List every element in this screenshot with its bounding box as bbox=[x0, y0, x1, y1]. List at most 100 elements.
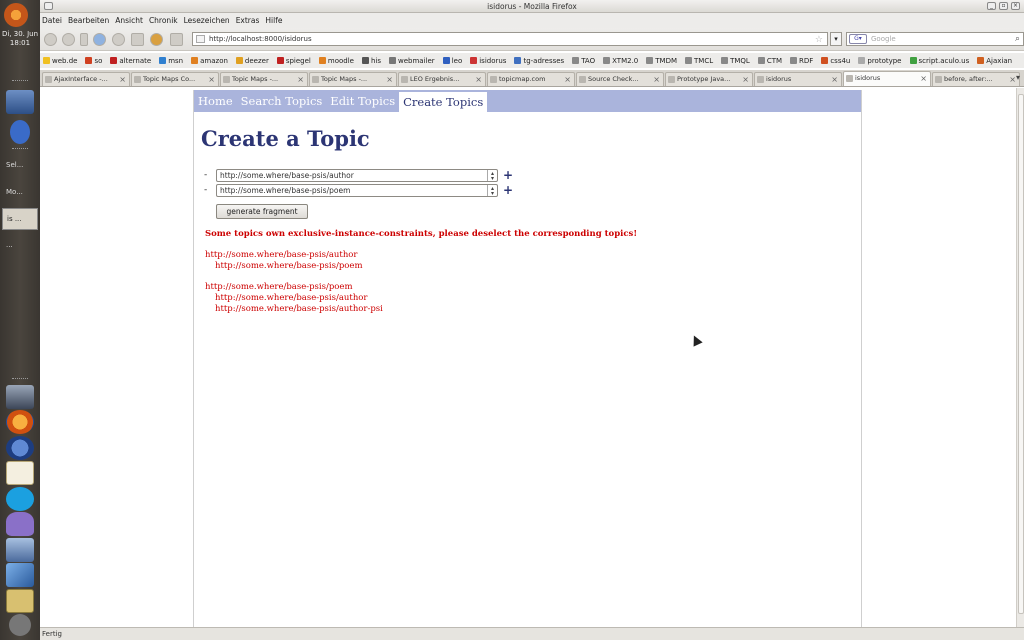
tab-close-icon[interactable]: × bbox=[1009, 73, 1016, 86]
browser-tab[interactable]: Source Check... × bbox=[576, 72, 664, 86]
bookmark-item[interactable]: script.aculo.us bbox=[910, 57, 970, 65]
tab-close-icon[interactable]: × bbox=[831, 73, 838, 86]
tab-list-icon[interactable]: ▾ bbox=[1016, 73, 1020, 82]
bookmark-item[interactable]: isidorus bbox=[470, 57, 506, 65]
browser-tab[interactable]: LEO Ergebnis... × bbox=[398, 72, 486, 86]
bookmark-item[interactable]: TAO bbox=[572, 57, 595, 65]
bookmark-item[interactable]: tg-adresses bbox=[514, 57, 564, 65]
task-item-4[interactable]: ... bbox=[2, 235, 38, 257]
nav-search-topics[interactable]: Search Topics bbox=[237, 90, 327, 112]
vertical-scrollbar[interactable] bbox=[1016, 88, 1024, 627]
bookmark-star-icon[interactable]: ☆ bbox=[815, 34, 823, 46]
tab-close-icon[interactable]: × bbox=[208, 73, 215, 86]
display-icon[interactable] bbox=[6, 538, 34, 562]
tab-close-icon[interactable]: × bbox=[386, 73, 393, 86]
browser-tab[interactable]: Prototype Java... × bbox=[665, 72, 753, 86]
add-topic-button[interactable]: + bbox=[503, 169, 513, 181]
tab-close-icon[interactable]: × bbox=[653, 73, 660, 86]
nav-home[interactable]: Home bbox=[194, 90, 237, 112]
bookmark-item[interactable]: RDF bbox=[790, 57, 813, 65]
bookmark-item[interactable]: TMCL bbox=[685, 57, 713, 65]
tab-close-icon[interactable]: × bbox=[920, 72, 927, 85]
tab-close-icon[interactable]: × bbox=[119, 73, 126, 86]
error-topic[interactable]: http://some.where/base-psis/author bbox=[205, 250, 357, 260]
task-item-2[interactable]: Mo... bbox=[2, 182, 38, 204]
error-conflict-item[interactable]: http://some.where/base-psis/author-psi bbox=[215, 304, 383, 314]
back-icon[interactable] bbox=[44, 33, 57, 46]
menu-edit[interactable]: Bearbeiten bbox=[68, 16, 109, 25]
history-dropdown-icon[interactable] bbox=[80, 33, 88, 46]
task-item-isidorus[interactable]: is ... bbox=[2, 208, 38, 230]
generate-fragment-button[interactable]: generate fragment bbox=[216, 204, 308, 219]
search-engine-icon[interactable]: G▾ bbox=[849, 34, 867, 44]
reload-icon[interactable] bbox=[93, 33, 106, 46]
stop-icon[interactable] bbox=[112, 33, 125, 46]
maximize-icon[interactable]: ▫ bbox=[999, 2, 1008, 10]
skype-icon[interactable] bbox=[6, 487, 34, 511]
bookmark-item[interactable]: XTM2.0 bbox=[603, 57, 638, 65]
scrollbar-thumb[interactable] bbox=[1018, 94, 1024, 614]
menu-tools[interactable]: Extras bbox=[236, 16, 260, 25]
thunderbird-icon[interactable] bbox=[6, 436, 34, 460]
topic-select[interactable]: http://some.where/base-psis/poem ▴ ▾ bbox=[216, 183, 498, 197]
task-item-1[interactable]: Sel... bbox=[2, 155, 38, 177]
forward-icon[interactable] bbox=[62, 33, 75, 46]
tab-close-icon[interactable]: × bbox=[297, 73, 304, 86]
bug-icon[interactable] bbox=[150, 33, 163, 46]
bookmark-item[interactable]: deezer bbox=[236, 57, 269, 65]
browser-tab[interactable]: before, after:... × bbox=[932, 72, 1020, 86]
firefox-icon[interactable] bbox=[6, 410, 34, 434]
minimize-icon[interactable]: _ bbox=[987, 2, 996, 10]
bookmark-item[interactable]: his bbox=[362, 57, 381, 65]
bookmark-item[interactable]: css4u bbox=[821, 57, 850, 65]
menu-help[interactable]: Hilfe bbox=[265, 16, 282, 25]
tab-close-icon[interactable]: × bbox=[475, 73, 482, 86]
bookmark-item[interactable]: TMDM bbox=[646, 57, 677, 65]
address-bar[interactable]: http://localhost:8000/isidorus ☆ bbox=[192, 32, 828, 46]
bookmark-item[interactable]: amazon bbox=[191, 57, 228, 65]
bookmark-item[interactable]: webmailer bbox=[389, 57, 435, 65]
bookmark-item[interactable]: web.de bbox=[43, 57, 77, 65]
error-topic[interactable]: http://some.where/base-psis/poem bbox=[205, 282, 353, 292]
desktop-icon[interactable] bbox=[6, 385, 34, 409]
bookmark-item[interactable]: moodle bbox=[319, 57, 354, 65]
clock[interactable]: Di, 30. Jun 18:01 bbox=[0, 30, 40, 48]
power-icon[interactable] bbox=[9, 614, 31, 636]
screenshot-icon[interactable] bbox=[170, 33, 183, 46]
bookmark-item[interactable]: Ajaxian bbox=[977, 57, 1012, 65]
cube-icon[interactable] bbox=[6, 563, 34, 587]
browser-tab[interactable]: isidorus × bbox=[754, 72, 842, 86]
browser-tab[interactable]: Topic Maps Co... × bbox=[131, 72, 219, 86]
close-icon[interactable]: × bbox=[1011, 2, 1020, 10]
browser-tab[interactable]: isidorus × bbox=[843, 71, 931, 86]
bookmark-item[interactable]: CTM bbox=[758, 57, 782, 65]
lock-icon[interactable] bbox=[6, 589, 34, 613]
menu-view[interactable]: Ansicht bbox=[115, 16, 143, 25]
bluetooth-icon[interactable] bbox=[10, 120, 30, 144]
tab-close-icon[interactable]: × bbox=[564, 73, 571, 86]
address-dropdown-icon[interactable]: ▾ bbox=[830, 32, 842, 46]
bookmark-item[interactable]: alternate bbox=[110, 57, 151, 65]
menu-history[interactable]: Chronik bbox=[149, 16, 178, 25]
pidgin-icon[interactable] bbox=[6, 512, 34, 536]
add-topic-button[interactable]: + bbox=[503, 184, 513, 196]
ubuntu-logo-icon[interactable] bbox=[4, 3, 28, 27]
bookmark-item[interactable]: spiegel bbox=[277, 57, 311, 65]
bookmark-item[interactable]: TMQL bbox=[721, 57, 750, 65]
topic-select[interactable]: http://some.where/base-psis/author ▴ ▾ bbox=[216, 168, 498, 182]
browser-tab[interactable]: AjaxInterface -... × bbox=[42, 72, 130, 86]
bookmark-item[interactable]: prototype bbox=[858, 57, 901, 65]
nav-create-topics[interactable]: Create Topics bbox=[399, 92, 488, 112]
error-conflict-item[interactable]: http://some.where/base-psis/poem bbox=[215, 261, 363, 271]
browser-tab[interactable]: Topic Maps -... × bbox=[220, 72, 308, 86]
bookmark-item[interactable]: leo bbox=[443, 57, 463, 65]
window-menu-icon[interactable] bbox=[44, 2, 53, 10]
menu-bookmarks[interactable]: Lesezeichen bbox=[184, 16, 230, 25]
tab-close-icon[interactable]: × bbox=[742, 73, 749, 86]
search-icon[interactable]: ⌕ bbox=[1015, 33, 1020, 45]
browser-tab[interactable]: Topic Maps -... × bbox=[309, 72, 397, 86]
home-icon[interactable] bbox=[131, 33, 144, 46]
bookmark-item[interactable]: msn bbox=[159, 57, 183, 65]
search-box[interactable]: G▾ Google ⌕ bbox=[846, 32, 1024, 46]
calendar-icon[interactable] bbox=[6, 461, 34, 485]
